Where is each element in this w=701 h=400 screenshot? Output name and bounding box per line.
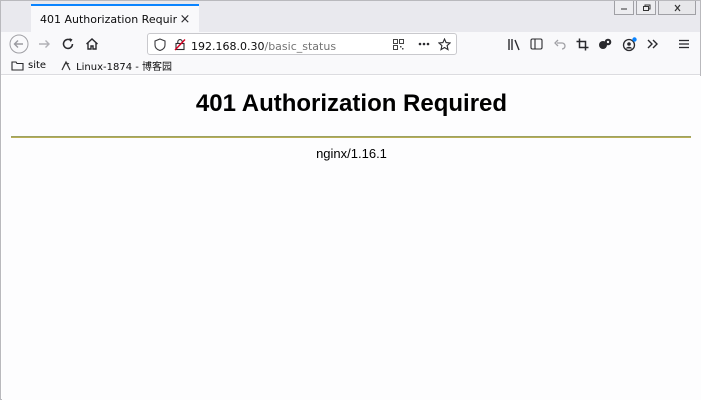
window-controls — [614, 1, 696, 15]
insecure-lock-icon[interactable] — [174, 38, 186, 51]
undo-button[interactable] — [548, 33, 570, 55]
reload-icon — [62, 38, 74, 50]
reload-button[interactable] — [57, 33, 79, 55]
tab-close-button[interactable]: × — [177, 11, 193, 27]
minimize-button[interactable] — [614, 1, 634, 15]
menu-button[interactable] — [673, 33, 695, 55]
account-button[interactable] — [618, 33, 640, 55]
back-button[interactable] — [8, 33, 30, 55]
extension-button[interactable] — [594, 33, 616, 55]
home-icon — [86, 38, 98, 50]
url-bar[interactable]: 192.168.0.30/basic_status — [147, 33, 457, 55]
url-text[interactable]: 192.168.0.30/basic_status — [191, 35, 336, 54]
horizontal-rule — [11, 136, 691, 138]
sidebar-button[interactable] — [525, 33, 547, 55]
crop-button[interactable] — [571, 33, 593, 55]
site-favicon — [60, 60, 72, 72]
folder-icon — [11, 60, 24, 71]
minimize-icon — [621, 8, 627, 9]
close-icon — [674, 4, 680, 11]
browser-window: 401 Authorization Required × 192.168.0.3… — [0, 0, 701, 400]
bookmark-label: Linux-1874 - 博客园 — [76, 62, 173, 73]
overflow-chevron-icon — [647, 39, 658, 49]
back-icon — [9, 34, 29, 54]
qr-code-icon[interactable] — [393, 38, 404, 50]
undo-icon — [553, 39, 566, 50]
bookmark-linux-1874[interactable]: Linux-1874 - 博客园 — [60, 58, 172, 73]
shield-icon[interactable] — [154, 37, 166, 51]
url-path: /basic_status — [264, 39, 337, 53]
server-signature: nginx/1.16.1 — [316, 146, 387, 161]
forward-button[interactable] — [33, 33, 55, 55]
error-title: 401 Authorization Required — [195, 90, 508, 117]
page-content: 401 Authorization Required nginx/1.16.1 — [2, 76, 701, 400]
bookmarks-toolbar: site Linux-1874 - 博客园 — [1, 57, 700, 75]
close-window-button[interactable] — [658, 1, 696, 15]
tab-title: 401 Authorization Required — [40, 12, 177, 26]
bookmark-star-icon[interactable] — [438, 37, 451, 51]
page-actions-icon[interactable] — [418, 42, 430, 46]
library-icon — [508, 38, 520, 50]
bookmark-label: site — [28, 60, 47, 71]
forward-icon — [39, 40, 50, 48]
home-button[interactable] — [81, 33, 103, 55]
tab-strip: 401 Authorization Required × — [1, 1, 700, 32]
overflow-button[interactable] — [642, 33, 664, 55]
bookmark-folder-site[interactable]: site — [11, 60, 46, 71]
library-button[interactable] — [503, 33, 525, 55]
crop-icon — [576, 38, 588, 50]
restore-icon — [642, 4, 650, 11]
nav-toolbar: 192.168.0.30/basic_status — [1, 32, 700, 57]
menu-icon — [679, 39, 689, 49]
extension-icon — [599, 38, 612, 49]
sidebar-icon — [529, 38, 543, 50]
tab-active[interactable]: 401 Authorization Required × — [31, 4, 199, 32]
url-host: 192.168.0.30 — [191, 39, 265, 53]
account-icon — [622, 36, 637, 51]
restore-button[interactable] — [636, 1, 656, 15]
